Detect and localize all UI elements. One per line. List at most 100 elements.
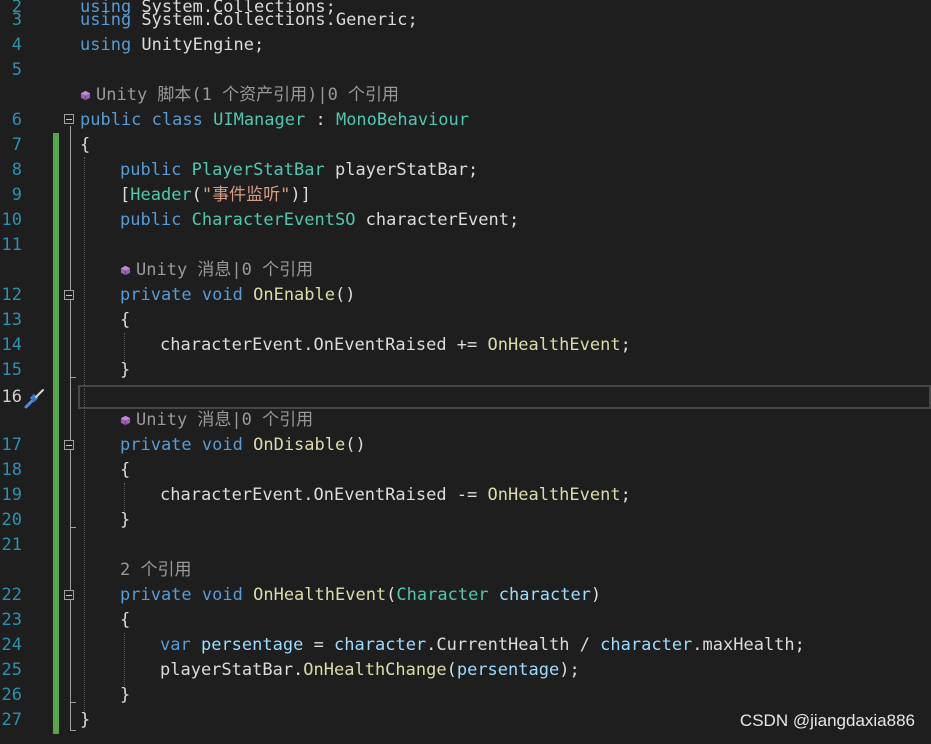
code-token: OnHealthChange [303,660,447,680]
code-token: playerStatBar; [324,160,479,180]
code-token: private [120,585,192,605]
code-text: } [80,708,90,733]
line-number: 24 [1,635,22,655]
code-token: } [120,360,131,380]
unity-cube-icon [120,415,131,426]
code-line[interactable]: 25 playerStatBar.OnHealthChange(persentag… [0,658,931,683]
code-token: { [80,135,91,155]
code-line[interactable]: 5 [0,58,931,83]
code-line[interactable]: 22 private void OnHealthEvent(Character c… [0,583,931,608]
code-text: private void OnHealthEvent(Character cha… [120,583,601,608]
code-token: { [120,310,131,330]
code-token: OnHealthEvent [253,585,387,605]
line-number: 15 [1,360,22,380]
code-token: = [303,635,335,655]
code-text: public PlayerStatBar playerStatBar; [120,158,478,183]
code-token: MonoBehaviour [335,110,470,130]
code-text: playerStatBar.OnHealthChange(persentage)… [160,658,580,683]
code-token: private [120,285,192,305]
codelens-hint[interactable]: 2 个引用 [0,558,931,583]
code-token: PlayerStatBar [191,160,325,180]
code-token: UnityEngine; [131,35,265,55]
line-number: 21 [1,535,22,555]
line-number: 6 [11,110,22,130]
code-line[interactable]: 19 characterEvent.OnEventRaised -= OnHeal… [0,483,931,508]
code-text: } [120,508,130,533]
code-token: System.Collections.Generic; [131,10,418,30]
code-token: playerStatBar. [160,660,304,680]
code-token: using [80,35,132,55]
code-token: persentage [200,635,304,655]
codelens-hint[interactable]: Unity 脚本(1 个资产引用)|0 个引用 [0,83,931,108]
line-number: 17 [1,435,22,455]
code-token: private [120,435,192,455]
code-line[interactable]: 4 using UnityEngine; [0,33,931,58]
watermark: CSDN @jiangdaxia886 [739,711,915,730]
code-text: var persentage = character.CurrentHealth… [160,633,805,658]
code-line[interactable]: 15} [0,358,931,383]
code-token: ( [191,185,202,205]
code-line[interactable]: 11 [0,233,931,258]
code-token: Header [130,185,192,205]
line-number: 23 [1,610,22,630]
line-number: 20 [1,510,22,530]
code-line[interactable]: 13 { [0,308,931,333]
code-token: persentage [456,660,560,680]
codelens-hint[interactable]: Unity 消息|0 个引用 [0,258,931,283]
code-token: ); [559,660,580,680]
line-number: 8 [11,160,22,180]
code-token: characterEvent; [355,210,520,230]
code-line[interactable]: 3 using System.Collections.Generic; [0,8,931,33]
code-token: OnHealthEvent [487,335,621,355]
line-number: 10 [1,210,22,230]
code-line[interactable]: 7{ [0,133,931,158]
code-line[interactable]: 10 public CharacterEventSO characterEvent… [0,208,931,233]
code-token: characterEvent.OnEventRaised += [160,335,488,355]
line-number: 9 [11,185,22,205]
code-token: using [80,10,132,30]
code-text: using System.Collections.Generic; [80,8,418,33]
code-token: "事件监听" [201,185,291,205]
code-token: () [335,285,356,305]
code-line[interactable]: 14 characterEvent.OnEventRaised += OnHeal… [0,333,931,358]
code-line[interactable]: 6 public class UIManager : MonoBehaviour [0,108,931,133]
code-token: public [120,160,182,180]
code-line[interactable]: 21 [0,533,931,558]
line-number: 11 [1,235,22,255]
code-token: ( [446,660,457,680]
code-text: characterEvent.OnEventRaised += OnHealth… [160,333,631,358]
codelens-text: Unity 消息|0 个引用 [136,410,314,430]
code-line[interactable]: 8 public PlayerStatBar playerStatBar; [0,158,931,183]
code-line[interactable]: 16 [0,385,931,410]
code-token: : [305,110,336,130]
codelens-hint[interactable]: Unity 消息|0 个引用 [0,408,931,433]
line-number: 12 [1,285,22,305]
code-token: void [201,585,243,605]
code-editor[interactable]: 2 using System.Collections; 3 using System.… [0,0,931,744]
code-text: private void OnDisable() [120,433,366,458]
code-token: } [120,510,131,530]
code-text: { [80,133,90,158]
code-text: [Header("事件监听")] [120,183,311,208]
code-token: OnDisable [253,435,346,455]
code-line[interactable]: 12 private void OnEnable() [0,283,931,308]
code-line[interactable]: 17 private void OnDisable() [0,433,931,458]
code-token: character [600,635,693,655]
code-line[interactable]: 9 [Header("事件监听")] [0,183,931,208]
code-token: character [334,635,427,655]
code-token: void [201,285,243,305]
code-text: { [120,608,130,633]
code-token: [ [120,185,131,205]
code-line[interactable]: 24 var persentage = character.CurrentHeal… [0,633,931,658]
code-line[interactable]: 26} [0,683,931,708]
code-line[interactable]: 23 { [0,608,931,633]
code-text: } [120,683,130,708]
code-line[interactable]: 20} [0,508,931,533]
code-line[interactable]: 18 { [0,458,931,483]
code-text: public class UIManager : MonoBehaviour [80,108,469,133]
line-number: 16 [1,387,22,407]
